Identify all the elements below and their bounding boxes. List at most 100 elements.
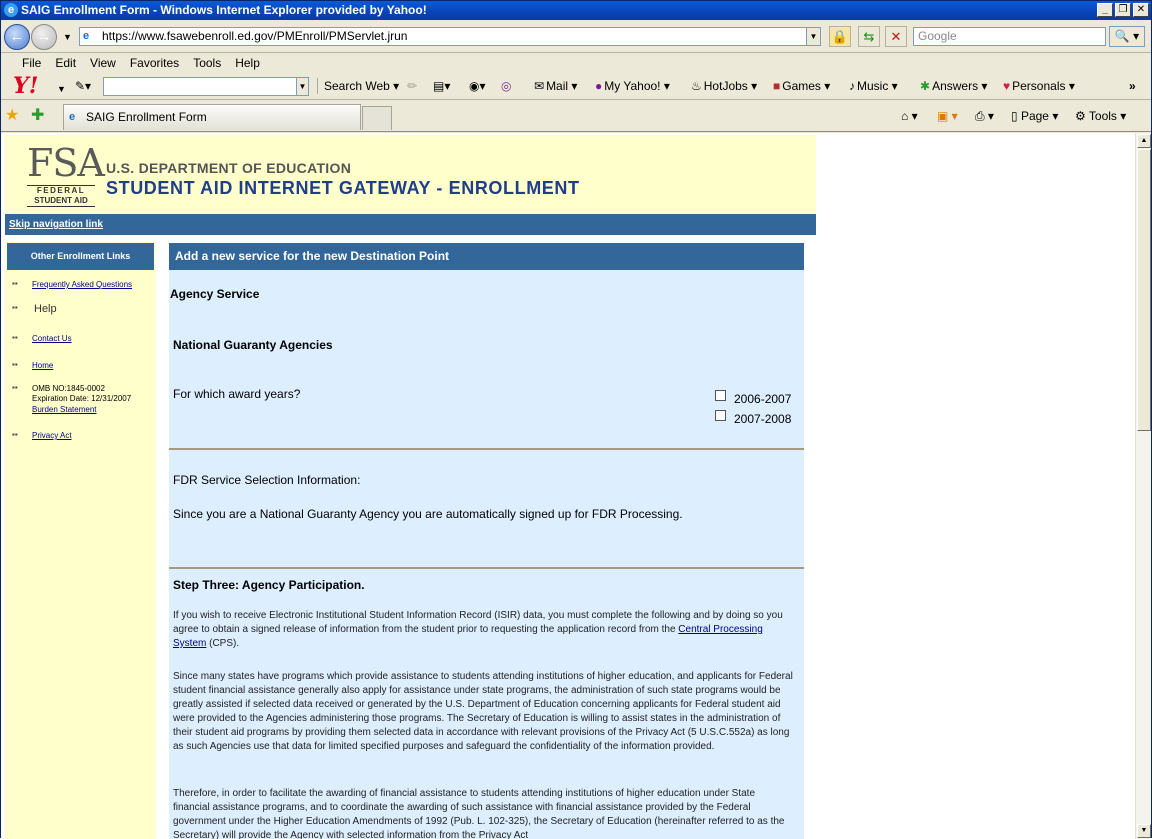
refresh-icon[interactable]: ⇆: [858, 26, 880, 47]
main-form: Add a new service for the new Destinatio…: [169, 243, 804, 839]
url-field[interactable]: e https://www.fsawebenroll.ed.gov/PMEnro…: [79, 27, 821, 46]
vertical-scrollbar[interactable]: ▲ ▼: [1135, 133, 1151, 839]
menu-tools[interactable]: Tools: [186, 54, 228, 72]
department-name: U.S. DEPARTMENT OF EDUCATION: [106, 160, 352, 176]
url-dropdown-icon[interactable]: ▼: [806, 28, 820, 45]
scroll-up-icon[interactable]: ▲: [1137, 134, 1151, 148]
sidebar: Other Enrollment Links ▪▪ Frequently Ask…: [5, 242, 156, 839]
yahoo-logo-icon[interactable]: Y!: [13, 74, 38, 98]
search-input[interactable]: Google: [913, 27, 1106, 46]
skip-navigation-link[interactable]: Skip navigation link: [9, 219, 103, 230]
tools-menu[interactable]: ⚙ Tools ▾: [1075, 108, 1126, 124]
menu-help[interactable]: Help: [228, 54, 267, 72]
chevron-right-icon[interactable]: »: [1129, 78, 1136, 94]
lock-icon[interactable]: 🔒: [829, 26, 851, 47]
toolbar-personals[interactable]: ♥ Personals ▾: [1003, 78, 1075, 94]
new-tab-button[interactable]: [362, 106, 392, 130]
search-web-button[interactable]: Search Web ▾: [317, 78, 399, 94]
menu-favorites[interactable]: Favorites: [123, 54, 186, 72]
history-dropdown-icon[interactable]: ▼: [63, 32, 72, 42]
print-icon[interactable]: ⎙ ▾: [975, 108, 994, 124]
tab-saig-enrollment[interactable]: e SAIG Enrollment Form: [63, 104, 361, 130]
home-link[interactable]: Home: [32, 361, 53, 371]
window-title: SAIG Enrollment Form - Windows Internet …: [21, 3, 427, 17]
tab-bar: ★ ✚ e SAIG Enrollment Form ⌂ ▾ ▣ ▾ ⎙ ▾ ▯…: [1, 101, 1151, 132]
personals-label: Personals: [1012, 79, 1066, 93]
mail-icon: ✉: [534, 79, 545, 93]
title-bar: e SAIG Enrollment Form - Windows Interne…: [1, 1, 1151, 20]
contact-us-link[interactable]: Contact Us: [32, 334, 72, 344]
menu-edit[interactable]: Edit: [48, 54, 83, 72]
yahoo-search-input[interactable]: ▼: [103, 77, 309, 96]
help-link[interactable]: Help: [34, 304, 57, 315]
add-favorite-icon[interactable]: ✚: [31, 107, 44, 125]
logo-fsa-text: FSA: [27, 141, 105, 185]
toolbar-my-yahoo[interactable]: ● My Yahoo! ▾: [595, 78, 670, 94]
close-button[interactable]: ✕: [1133, 3, 1149, 17]
toolbar-music[interactable]: ♪ Music ▾: [849, 78, 898, 94]
bullet-icon: ▪▪: [12, 333, 18, 342]
year-2006-2007-checkbox[interactable]: [715, 390, 726, 401]
toolbar-answers[interactable]: ✱ Answers ▾: [920, 78, 987, 94]
search-button[interactable]: 🔍 ▾: [1109, 26, 1145, 47]
bookmark-icon[interactable]: ▤▾: [433, 78, 450, 94]
browser-window: e SAIG Enrollment Form - Windows Interne…: [0, 0, 1152, 839]
messenger-icon[interactable]: ◎: [501, 78, 511, 94]
menu-view[interactable]: View: [83, 54, 123, 72]
bullet-icon: ▪▪: [12, 303, 18, 312]
sidebar-item-faq: ▪▪ Frequently Asked Questions: [12, 280, 152, 292]
toolbar-mail[interactable]: ✉ Mail ▾: [534, 78, 577, 94]
page-menu-label: Page: [1020, 109, 1049, 123]
toolbar-hotjobs[interactable]: ♨ HotJobs ▾: [691, 78, 757, 94]
yahoo-search-dropdown-icon[interactable]: ▼: [296, 78, 308, 95]
home-icon[interactable]: ⌂ ▾: [901, 108, 918, 124]
toolbar-games[interactable]: ■ Games ▾: [773, 78, 830, 94]
my-yahoo-icon: ●: [595, 79, 603, 93]
fdr-title: FDR Service Selection Information:: [173, 473, 361, 487]
form-heading: Add a new service for the new Destinatio…: [169, 243, 804, 270]
hotjobs-icon: ♨: [691, 79, 702, 93]
globe-icon[interactable]: ◉▾: [469, 78, 486, 94]
menu-file[interactable]: File: [15, 54, 48, 72]
hotjobs-label: HotJobs: [703, 79, 748, 93]
scroll-thumb[interactable]: [1137, 149, 1151, 431]
minimize-button[interactable]: _: [1097, 3, 1113, 17]
stop-icon[interactable]: ✕: [885, 26, 907, 47]
favorites-star-icon[interactable]: ★: [5, 107, 19, 125]
tools-menu-label: Tools: [1088, 109, 1117, 123]
scroll-down-icon[interactable]: ▼: [1137, 824, 1151, 838]
privacy-act-link[interactable]: Privacy Act: [32, 431, 72, 441]
isir-paragraph-end: (CPS).: [209, 638, 240, 649]
therefore-paragraph: Therefore, in order to facilitate the aw…: [173, 788, 785, 839]
games-label: Games: [782, 79, 821, 93]
search-placeholder: Google: [918, 29, 957, 43]
burden-statement-link[interactable]: Burden Statement: [32, 405, 96, 415]
logo-student-aid-text: STUDENT AID: [27, 196, 95, 207]
menu-bar: File Edit View Favorites Tools Help: [1, 54, 1151, 72]
fdr-text: Since you are a National Guaranty Agency…: [173, 507, 683, 521]
fsa-logo: FSA FEDERAL STUDENT AID: [25, 143, 105, 207]
forward-button[interactable]: →: [31, 24, 57, 50]
sidebar-item-home: ▪▪ Home: [12, 361, 152, 373]
address-bar: ← → ▼ e https://www.fsawebenroll.ed.gov/…: [1, 21, 1151, 53]
year-2007-2008-checkbox[interactable]: [715, 410, 726, 421]
ie-icon: e: [4, 3, 18, 17]
heart-icon: ♥: [1003, 79, 1011, 93]
bullet-icon: ▪▪: [12, 430, 18, 439]
search-web-label: Search Web: [324, 79, 390, 93]
maximize-button[interactable]: ❐: [1115, 3, 1131, 17]
my-yahoo-label: My Yahoo!: [604, 79, 661, 93]
logo-federal-text: FEDERAL: [27, 185, 95, 196]
pencil-icon[interactable]: ✎▾: [75, 78, 91, 94]
faq-link[interactable]: Frequently Asked Questions: [32, 280, 132, 290]
agency-service-label: Agency Service: [170, 287, 260, 301]
tab-page-icon: e: [69, 111, 76, 123]
yahoo-dropdown-icon[interactable]: ▼: [57, 81, 66, 97]
divider: [169, 448, 804, 450]
bullet-icon: ▪▪: [12, 383, 18, 392]
page-icon-small: ▯: [1011, 109, 1018, 123]
feeds-icon[interactable]: ▣ ▾: [937, 108, 958, 124]
highlight-icon[interactable]: ✏: [407, 78, 417, 94]
page-menu[interactable]: ▯ Page ▾: [1011, 108, 1058, 124]
back-button[interactable]: ←: [4, 24, 30, 50]
